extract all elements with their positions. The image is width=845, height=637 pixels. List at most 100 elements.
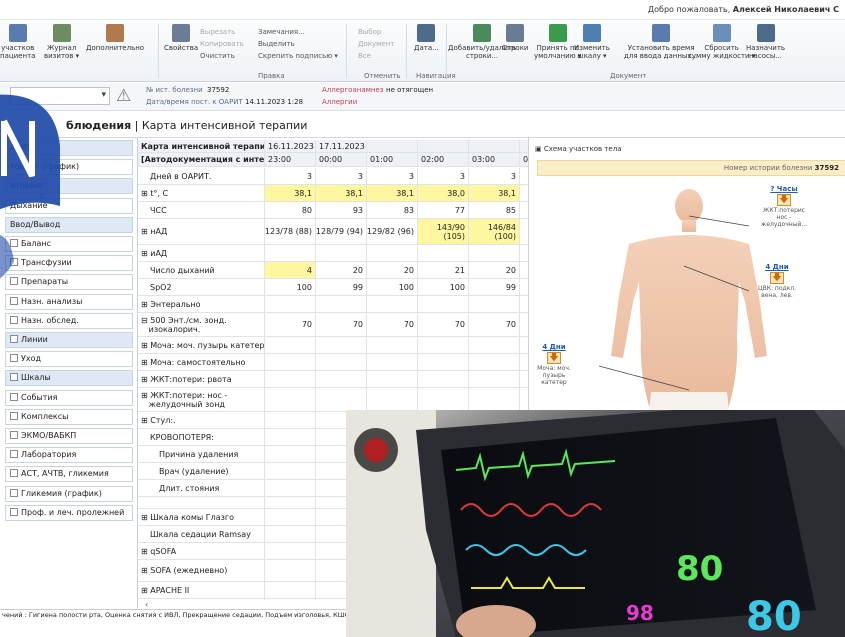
grid-row-label[interactable]: Число дыханий [138,262,265,278]
grid-cell[interactable]: 70 [418,313,469,336]
grid-cell[interactable] [520,262,528,278]
grid-cell[interactable]: 4 [265,262,316,278]
grid-cell[interactable] [265,497,316,508]
grid-cell[interactable]: 3 [469,168,520,184]
grid-cell[interactable]: 38,1 [367,185,418,201]
grid-cell[interactable] [418,245,469,261]
grid-cell[interactable] [469,337,520,353]
site-tag-gi[interactable]: ? Часы 🡇 ЖКТ:потерис нос - желудочный... [751,186,817,229]
grid-cell[interactable]: 93 [316,202,367,218]
grid-cell[interactable]: 99 [316,279,367,295]
grid-cell[interactable]: 20 [316,262,367,278]
grid-cell[interactable]: 80 [265,202,316,218]
nav-item-5[interactable]: Баланс [5,236,133,252]
grid-cell[interactable] [316,245,367,261]
grid-cell[interactable] [469,245,520,261]
grid-cell[interactable]: 83 [367,202,418,218]
grid-cell[interactable] [469,140,520,152]
grid-cell[interactable]: 20 [367,262,418,278]
site-tag-urine[interactable]: 4 Дни 🡇 Моча: моч. пузырь катетер [529,344,579,387]
grid-row-label[interactable]: Дней в ОАРИТ. [138,168,265,184]
grid-cell[interactable] [520,354,528,370]
ribbon-button-4[interactable]: Дата... [414,24,439,52]
ribbon-button-1[interactable]: Журнал визитов ▾ [44,24,79,60]
grid-cell[interactable] [520,337,528,353]
ribbon-button-2[interactable]: Дополнительно [86,24,144,52]
grid-row-label[interactable]: ⊞ Стул:. [138,412,265,428]
nav-item-8[interactable]: Назн. анализы [5,293,133,310]
checkbox-icon[interactable] [10,507,18,516]
grid-cell[interactable]: 03:00 [469,153,520,166]
grid-row-label[interactable]: ⊞ нАД [138,219,265,244]
grid-cell[interactable] [520,202,528,218]
grid-cell[interactable] [367,388,418,411]
grid-cell[interactable]: 21 [418,262,469,278]
checkbox-icon[interactable] [10,392,18,401]
grid-cell[interactable] [265,526,316,542]
edit-item-1[interactable]: Копировать [200,40,244,48]
grid-cell[interactable]: 38,1 [316,185,367,201]
grid-cell[interactable]: 38,1 [469,185,520,201]
cancel-item-2[interactable]: Все [358,52,371,60]
grid-cell[interactable] [520,279,528,295]
nav-item-12[interactable]: Шкалы [5,370,133,387]
grid-cell[interactable]: 143/90 (105) [418,219,469,244]
grid-row-label[interactable]: ⊞ t°, С [138,185,265,201]
grid-cell[interactable] [469,371,520,387]
grid-cell[interactable]: 23:00 [265,153,316,166]
grid-row-label[interactable]: [Автодокументация с интервало [138,153,265,166]
edit-item-2[interactable]: Очистить [200,52,235,60]
nav-item-7[interactable]: Препараты [5,274,133,291]
grid-cell[interactable] [520,388,528,411]
nav-item-16[interactable]: Лаборатория [5,447,133,464]
grid-cell[interactable] [418,337,469,353]
grid-row-label[interactable]: Врач (удаление) [138,463,265,479]
edit-item-3[interactable]: Замечания... [258,28,305,36]
grid-cell[interactable] [265,463,316,479]
ribbon-button-11[interactable]: Назначить насосы... [746,24,785,60]
user-name[interactable]: Алексей Николаевич С [733,5,839,14]
nav-item-13[interactable]: События [5,389,133,406]
nav-item-15[interactable]: ЭКМО/ВАБКП [5,428,133,444]
grid-cell[interactable] [367,245,418,261]
grid-cell[interactable] [316,388,367,411]
grid-cell[interactable] [265,296,316,312]
grid-cell[interactable] [367,371,418,387]
grid-row-label[interactable]: КРОВОПОТЕРЯ: [138,429,265,445]
grid-cell[interactable]: 20 [469,262,520,278]
grid-cell[interactable]: 77 [418,202,469,218]
grid-row-label[interactable]: ⊞ APACHE II [138,582,265,598]
grid-row-label[interactable]: ⊞ Моча: моч. пузырь катетер [138,337,265,353]
cancel-item-1[interactable]: Документ [358,40,394,48]
grid-cell[interactable]: 128/79 (94) [316,219,367,244]
grid-cell[interactable]: 3 [265,168,316,184]
nav-item-1[interactable]: торинг (график) [5,159,133,176]
grid-cell[interactable] [265,429,316,445]
grid-row-label[interactable]: ⊞ иАД [138,245,265,261]
ribbon-button-8[interactable]: Изменить шкалу ▾ [574,24,610,60]
grid-cell[interactable] [367,140,418,152]
grid-cell[interactable] [265,582,316,598]
grid-cell[interactable] [265,371,316,387]
nav-item-9[interactable]: Назн. обслед. [5,312,133,329]
grid-cell[interactable]: 100 [418,279,469,295]
edit-item-0[interactable]: Вырезать [200,28,235,36]
grid-cell[interactable]: 99 [469,279,520,295]
grid-cell[interactable]: 70 [316,313,367,336]
horizontal-scrollbar[interactable]: ‹ [145,600,345,609]
nav-item-14[interactable]: Комплексы [5,408,133,425]
nav-item-18[interactable]: Гликемия (график) [5,485,133,502]
grid-cell[interactable] [367,296,418,312]
grid-cell[interactable]: 123/78 (88) [265,219,316,244]
edit-item-4[interactable]: Выделить [258,40,295,48]
grid-cell[interactable]: 38,1 [265,185,316,201]
grid-cell[interactable] [265,412,316,428]
grid-cell[interactable] [418,388,469,411]
grid-cell[interactable] [520,371,528,387]
checkbox-icon[interactable] [10,411,18,420]
site-tag-cvc[interactable]: 4 Дни 🡇 ЦВК: подкл. вена, лев. [747,264,807,300]
checkbox-icon[interactable] [10,239,18,247]
grid-cell[interactable] [367,354,418,370]
nav-item-19[interactable]: Проф. и леч. пролежней [5,504,133,521]
patient-selector[interactable] [10,87,110,105]
